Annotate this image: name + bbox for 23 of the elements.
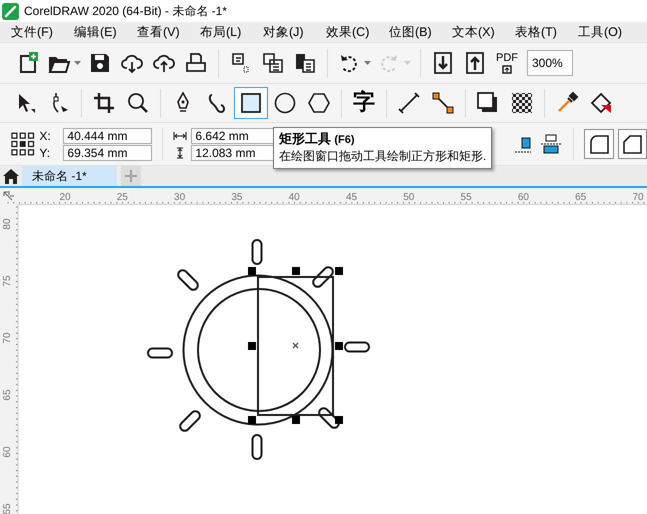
shortcut-key: (F6) xyxy=(334,134,355,146)
tooltip-description: 在绘图窗口拖动工具绘制正方形和矩形. xyxy=(279,148,486,164)
ruler-number: 70 xyxy=(2,332,13,344)
ruler-number: 30 xyxy=(174,192,186,203)
ruler-number: 25 xyxy=(116,192,128,203)
ruler-number: 45 xyxy=(346,192,358,203)
ruler-number: 55 xyxy=(460,192,472,203)
ruler-number: 75 xyxy=(2,275,13,287)
ruler-number: 60 xyxy=(518,192,529,203)
ruler-number: 80 xyxy=(2,218,13,230)
ruler-number: 20 xyxy=(59,192,71,203)
ruler-number: 65 xyxy=(575,192,586,203)
ruler-number: 70 xyxy=(632,192,644,203)
window-title: CorelDRAW 2020 (64-Bit) - 未命名 -1* xyxy=(24,2,227,20)
y-label: Y: xyxy=(39,146,52,160)
ruler-number: 65 xyxy=(2,389,13,401)
ruler-number: 60 xyxy=(2,446,13,458)
tooltip-title: 矩形工具 xyxy=(279,131,331,146)
ruler-number: 50 xyxy=(403,192,414,203)
ruler-number: 40 xyxy=(288,192,300,203)
ruler-number: 35 xyxy=(231,192,242,203)
x-label: X: xyxy=(39,128,52,142)
ruler-number: 55 xyxy=(2,503,13,514)
